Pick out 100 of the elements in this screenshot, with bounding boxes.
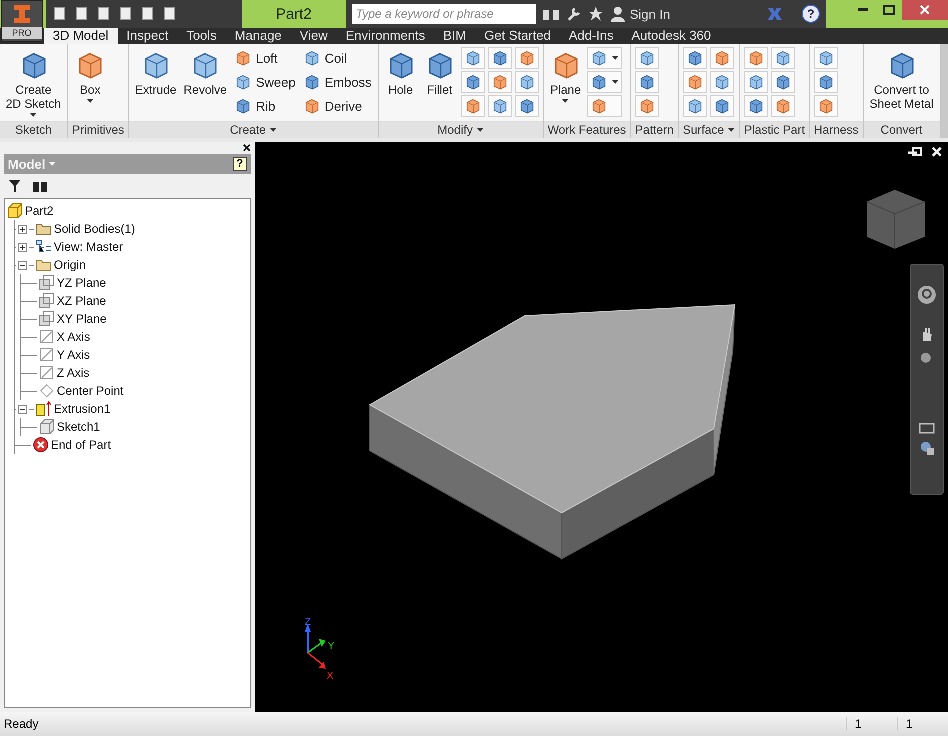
panel-title[interactable]: Create	[129, 121, 378, 138]
caret-icon	[612, 80, 619, 84]
ribbon-tool-button[interactable]	[771, 71, 796, 93]
ribbon-tool-button[interactable]	[488, 47, 512, 69]
ribbon-tool-button[interactable]: Derive	[300, 95, 374, 117]
tree-item[interactable]: X Axis	[57, 330, 90, 344]
panel-title[interactable]: Work Features	[544, 121, 630, 138]
ribbon-tool-button[interactable]	[514, 95, 539, 117]
expander-toggle[interactable]	[18, 242, 27, 252]
ribbon-tab[interactable]: Tools	[178, 28, 226, 44]
star-icon[interactable]	[588, 6, 604, 22]
ribbon-tool-button[interactable]	[814, 95, 838, 117]
tree-item[interactable]: Origin	[54, 258, 86, 272]
ribbon-tool-button[interactable]	[635, 71, 660, 93]
tree-item[interactable]: Z Axis	[57, 366, 90, 380]
sign-in-button[interactable]: Sign In	[610, 6, 670, 22]
application-menu-button[interactable]: PRO	[1, 0, 43, 42]
tree-item[interactable]: XY Plane	[57, 312, 107, 326]
ribbon-tool-button[interactable]	[488, 71, 512, 93]
ribbon-tool-button[interactable]	[682, 71, 707, 93]
panel-title[interactable]: Sketch	[0, 121, 68, 138]
filter-icon[interactable]	[8, 179, 22, 193]
panel-title[interactable]: Primitives	[68, 121, 128, 138]
toolbar-tool-icon[interactable]	[162, 6, 178, 22]
ribbon-tool-button[interactable]	[460, 95, 485, 117]
tree-item[interactable]: Sketch1	[57, 420, 100, 434]
expander-toggle[interactable]	[18, 224, 27, 234]
ribbon-tool-button[interactable]	[771, 95, 796, 117]
expander-toggle[interactable]	[18, 260, 27, 270]
ribbon-tool-button[interactable]	[586, 47, 622, 69]
close-icon[interactable]	[243, 144, 251, 152]
tree-item[interactable]: Solid Bodies(1)	[54, 222, 136, 236]
tree-item[interactable]: View: Master	[54, 240, 124, 254]
ribbon-tool-button[interactable]: Extrude	[133, 47, 179, 99]
ribbon-tool-button[interactable]: Hole	[382, 47, 419, 99]
ribbon-tab[interactable]: Environments	[336, 28, 434, 44]
ribbon-tool-button[interactable]	[771, 47, 796, 69]
ribbon-tab[interactable]: Add-Ins	[560, 28, 623, 44]
ribbon-tool-button[interactable]: Loft	[232, 47, 298, 69]
expander-toggle[interactable]	[18, 404, 27, 414]
panel-title[interactable]: Modify	[378, 121, 543, 138]
ribbon-tool-button[interactable]: Convert to Sheet Metal	[868, 47, 936, 113]
ribbon-tool-button[interactable]	[710, 95, 734, 117]
ribbon-tool-button[interactable]: Fillet	[422, 47, 458, 99]
ribbon-tool-button[interactable]	[514, 71, 539, 93]
toolbar-tool-icon[interactable]	[52, 6, 68, 22]
ribbon-tool-button[interactable]: Emboss	[300, 71, 374, 93]
help-button[interactable]: ?	[802, 5, 820, 23]
toolbar-tool-icon[interactable]	[96, 6, 112, 22]
ribbon-tool-button[interactable]	[814, 71, 838, 93]
toolbar-tool-icon[interactable]	[140, 6, 156, 22]
ribbon-tool-button[interactable]	[635, 47, 660, 69]
ribbon-tool-button[interactable]	[514, 47, 539, 69]
ribbon-tool-button[interactable]	[586, 71, 622, 93]
panel-title[interactable]: Pattern	[631, 121, 678, 138]
3d-viewport[interactable]: Z Y X	[255, 142, 948, 712]
ribbon-tool-button[interactable]: Rib	[232, 95, 298, 117]
ribbon-tab[interactable]: Autodesk 360	[622, 28, 720, 44]
tree-item[interactable]: Center Point	[57, 384, 124, 398]
help-button[interactable]: ?	[233, 157, 247, 171]
panel-title[interactable]: Harness	[810, 121, 863, 138]
wrench-icon[interactable]	[566, 6, 582, 22]
ribbon-tool-button[interactable]	[744, 95, 768, 117]
ribbon-tool-button[interactable]	[744, 71, 768, 93]
ribbon-tool-button[interactable]: Create 2D Sketch	[4, 47, 64, 119]
close-button[interactable]	[902, 0, 948, 20]
ribbon-tool-button[interactable]: Sweep	[232, 71, 298, 93]
toolbar-tool-icon[interactable]	[118, 6, 134, 22]
ribbon-tool-button[interactable]	[488, 95, 512, 117]
tree-item[interactable]: End of Part	[51, 438, 112, 452]
ribbon-tab[interactable]: Manage	[226, 28, 291, 44]
ribbon-tab[interactable]: Get Started	[475, 28, 560, 44]
tree-item[interactable]: Part2	[25, 204, 54, 218]
ribbon-tool-button[interactable]	[460, 71, 485, 93]
ribbon-tool-button[interactable]	[460, 47, 485, 69]
panel-title[interactable]: Convert	[864, 121, 940, 138]
ribbon-tab[interactable]: View	[290, 28, 337, 44]
ribbon-tool-button[interactable]	[710, 47, 734, 69]
ribbon-tool-button[interactable]	[814, 47, 838, 69]
ribbon-tool-button[interactable]	[586, 95, 622, 117]
ribbon-tab[interactable]: 3D Model	[44, 28, 118, 44]
ribbon-tool-button[interactable]: Revolve	[182, 47, 230, 99]
panel-title[interactable]: Surface	[678, 121, 740, 138]
tree-item[interactable]: Y Axis	[57, 348, 90, 362]
ribbon-tab[interactable]: BIM	[434, 28, 476, 44]
toolbar-tool-icon[interactable]	[74, 6, 90, 22]
tree-item[interactable]: XZ Plane	[57, 294, 106, 308]
ribbon-tool-button[interactable]	[682, 47, 707, 69]
ribbon-tool-button[interactable]	[635, 95, 660, 117]
panel-title[interactable]: Plastic Part	[740, 121, 810, 138]
ribbon-tool-button[interactable]: Box	[72, 47, 108, 105]
tree-item[interactable]: YZ Plane	[57, 276, 106, 290]
search-field[interactable]: Type a keyword or phrase	[352, 4, 536, 24]
ribbon-tab[interactable]: Inspect	[118, 28, 178, 44]
ribbon-tool-button[interactable]	[682, 95, 707, 117]
ribbon-tool-button[interactable]: Plane	[548, 47, 584, 105]
ribbon-tool-button[interactable]: Coil	[300, 47, 374, 69]
ribbon-tool-button[interactable]	[710, 71, 734, 93]
ribbon-tool-button[interactable]	[744, 47, 768, 69]
tree-item[interactable]: Extrusion1	[54, 402, 111, 416]
